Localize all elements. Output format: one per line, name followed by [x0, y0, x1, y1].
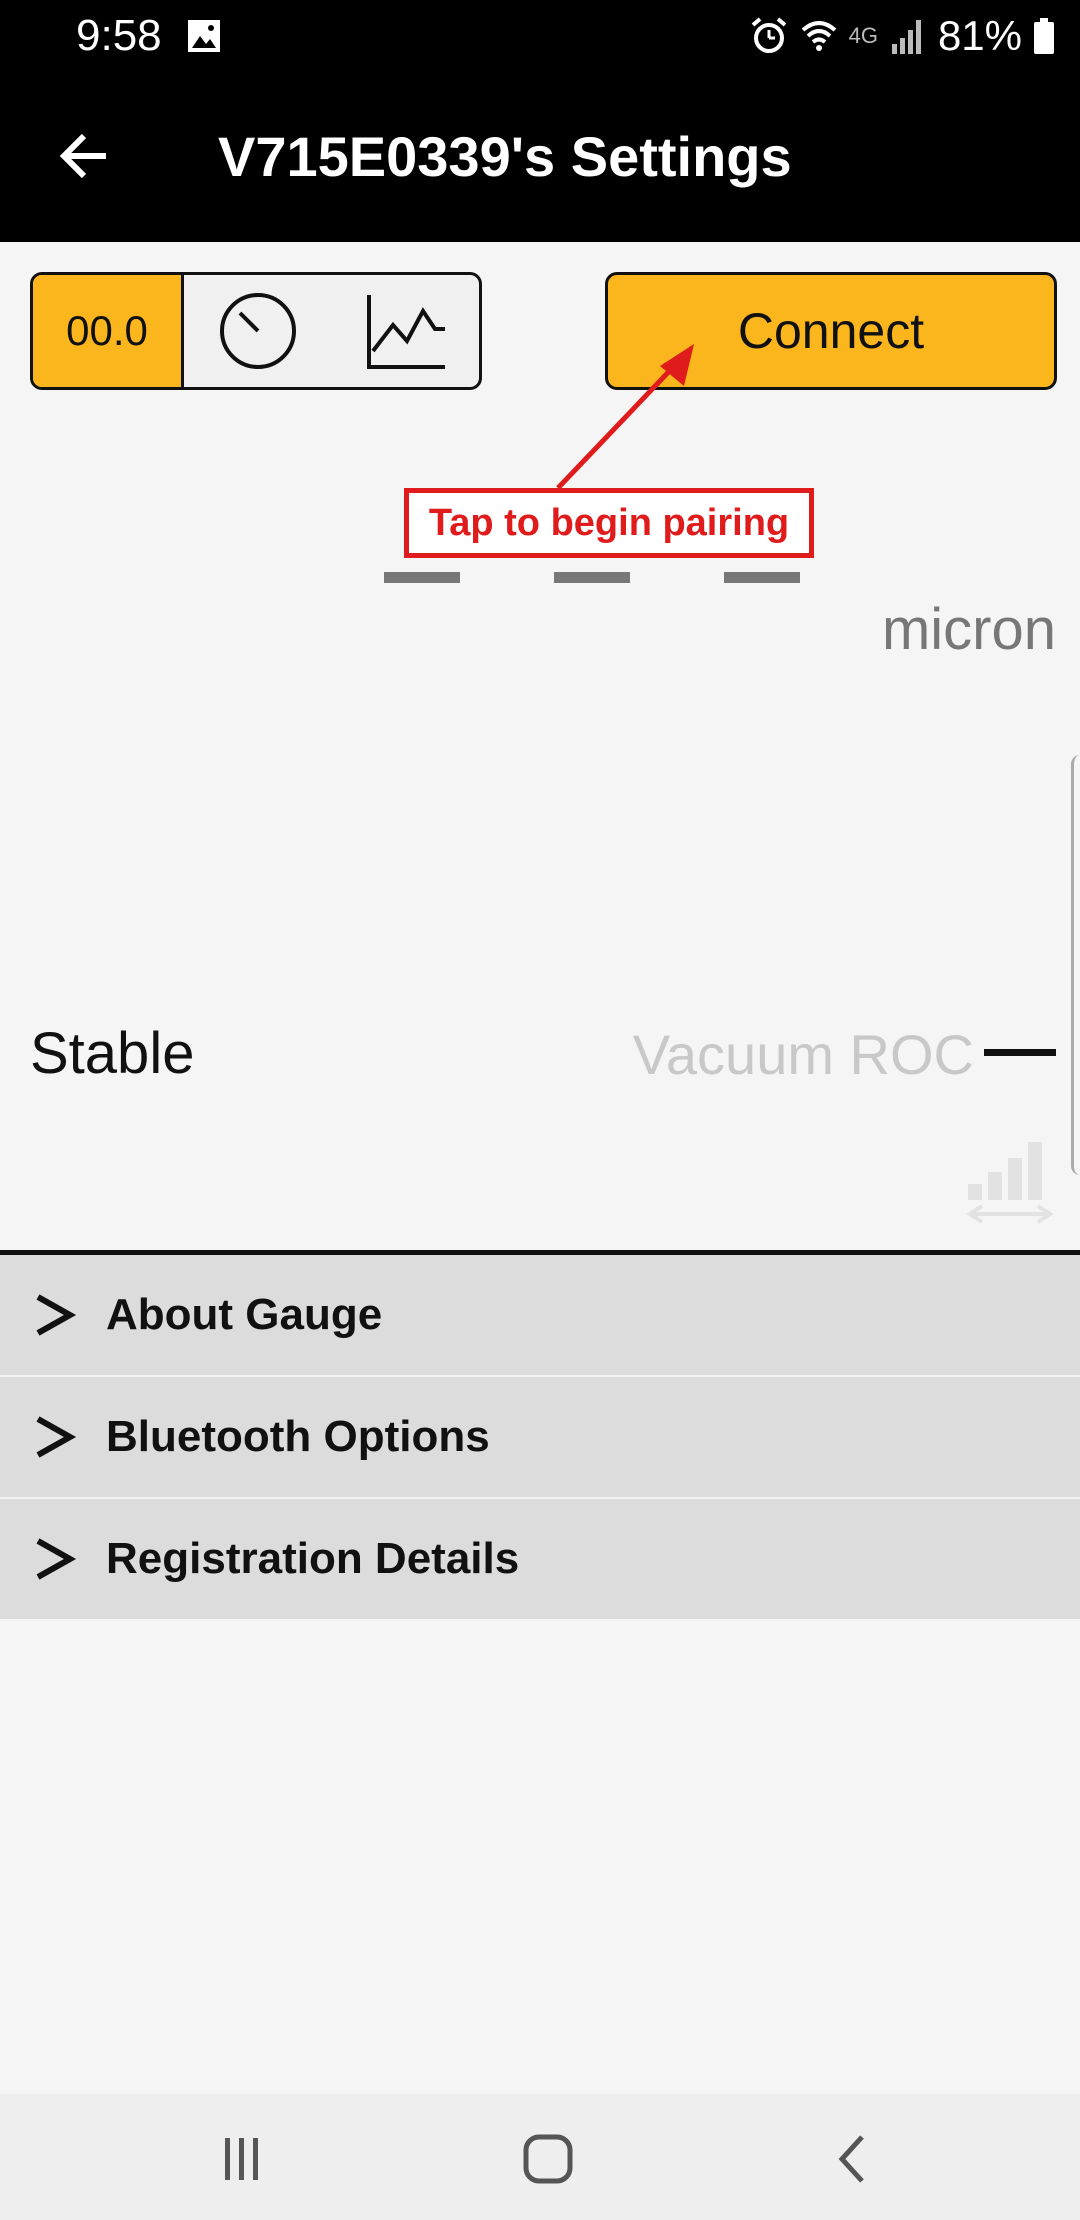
- status-time: 9:58: [76, 11, 162, 60]
- image-notification-icon: [188, 20, 220, 52]
- status-icons: 4G 81%: [749, 8, 1056, 64]
- page-title: V715E0339's Settings: [218, 125, 792, 188]
- line-graph-icon: [366, 295, 445, 369]
- recent-apps-button[interactable]: [202, 2124, 282, 2194]
- registration-details-item[interactable]: Registration Details: [0, 1499, 1080, 1621]
- home-button[interactable]: [508, 2124, 588, 2194]
- reading-digit-placeholder: [724, 572, 800, 583]
- connect-button[interactable]: Connect: [605, 272, 1057, 390]
- battery-percent: 81%: [937, 12, 1022, 59]
- vacuum-roc-label: Vacuum ROC: [632, 1023, 974, 1086]
- reading-digit-placeholder: [384, 572, 460, 583]
- bluetooth-signal-icon: [966, 1142, 1054, 1224]
- reading-digit-placeholder: [554, 572, 630, 583]
- display-mode-selector: 00.0: [30, 272, 482, 390]
- nav-back-button[interactable]: [812, 2124, 892, 2194]
- app-bar: V715E0339's Settings: [0, 72, 1080, 242]
- system-nav-bar: [0, 2094, 1080, 2220]
- list-item-label: About Gauge: [106, 1290, 383, 1339]
- chevron-right-icon: [36, 1538, 77, 1580]
- status-bar: 9:58 4G 81%: [0, 0, 1080, 72]
- about-gauge-item[interactable]: About Gauge: [0, 1255, 1080, 1377]
- graph-mode-button[interactable]: [332, 275, 479, 387]
- back-button[interactable]: [44, 116, 124, 196]
- arrow-back-icon: [59, 133, 106, 179]
- stability-status: Stable: [30, 1021, 195, 1086]
- digital-mode-button[interactable]: 00.0: [33, 275, 184, 387]
- list-item-label: Bluetooth Options: [106, 1412, 490, 1461]
- chevron-left-icon: [838, 2135, 864, 2183]
- dial-gauge-icon: [220, 293, 296, 369]
- alarm-icon: [751, 17, 786, 53]
- recents-icon: [225, 2138, 258, 2180]
- battery-icon: [1034, 18, 1054, 54]
- bluetooth-options-item[interactable]: Bluetooth Options: [0, 1377, 1080, 1499]
- dial-mode-button[interactable]: [184, 275, 332, 387]
- pairing-annotation: Tap to begin pairing: [404, 488, 814, 558]
- edge-panel-handle[interactable]: [1071, 755, 1080, 1175]
- digital-mode-label: 00.0: [66, 307, 148, 354]
- wifi-icon: [801, 21, 836, 51]
- settings-list: About Gauge Bluetooth Options Registrati…: [0, 1255, 1080, 1621]
- home-icon: [523, 2134, 573, 2184]
- vacuum-roc-value: [984, 1049, 1056, 1056]
- reading-unit: micron: [881, 597, 1056, 662]
- cell-signal-icon: [891, 20, 921, 54]
- network-type: 4G: [848, 23, 878, 48]
- reading-display: [380, 572, 800, 586]
- list-item-label: Registration Details: [106, 1534, 520, 1583]
- chevron-right-icon: [36, 1416, 77, 1458]
- chevron-right-icon: [36, 1294, 77, 1336]
